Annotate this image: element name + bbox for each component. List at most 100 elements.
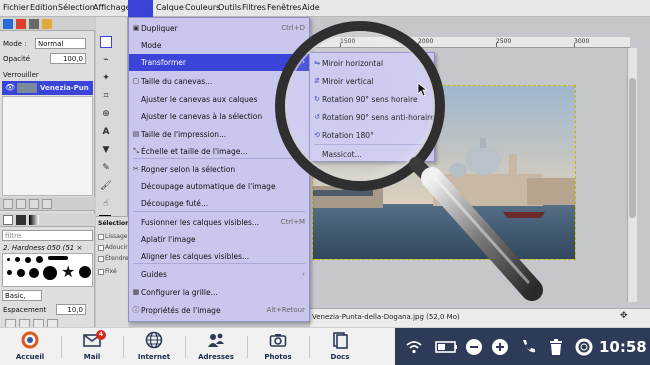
- option-etendre[interactable]: Étendre: [98, 255, 128, 262]
- menu-item-aligner-les-calques-visibles[interactable]: Aligner les calques visibles...: [129, 248, 309, 265]
- taskbar-docs-button[interactable]: Docs: [310, 328, 370, 365]
- pencil-tool-icon[interactable]: ✎: [100, 162, 112, 174]
- menu-item-label: Échelle et taille de l'image...: [141, 147, 248, 156]
- option-fixe[interactable]: Fixé: [98, 268, 117, 275]
- mode-select[interactable]: Normal: [35, 38, 86, 49]
- status-filename: Venezia-Punta-della-Dogana.jpg (52,0 Mo): [312, 313, 460, 321]
- phone-icon[interactable]: [519, 338, 537, 356]
- taskbar-label: Mail: [83, 353, 101, 361]
- menu-fichier[interactable]: Fichier: [3, 3, 29, 12]
- menu-edition[interactable]: Edition: [30, 3, 58, 12]
- taskbar-accueil-button[interactable]: Accueil: [0, 328, 60, 365]
- submenu-item-rotation-90-sens-horaire[interactable]: ↻ Rotation 90° sens horaire: [310, 90, 434, 108]
- menu-item-dupliquer[interactable]: ▣ Dupliquer Ctrl+D: [129, 20, 309, 37]
- trash-icon[interactable]: [547, 338, 565, 356]
- brush-grid[interactable]: ★: [2, 253, 93, 287]
- menu-selection[interactable]: Sélection: [58, 3, 95, 12]
- status-bar: Venezia-Punta-della-Dogana.jpg (52,0 Mo)…: [310, 308, 650, 327]
- taskbar: Accueil 4 Mail Internet Adresses Photos Docs 10…: [0, 327, 650, 365]
- battery-icon[interactable]: [435, 338, 459, 356]
- gradients-tab-icon[interactable]: [29, 215, 39, 225]
- help-lifebuoy-icon[interactable]: [575, 338, 593, 356]
- new-layer-icon[interactable]: [3, 199, 13, 209]
- rect-select-tool-icon[interactable]: [100, 36, 112, 48]
- menu-item-transformer[interactable]: Transformer ›: [129, 54, 309, 71]
- menu-item-echelle-et-taille-de-l-image[interactable]: ⤡ Échelle et taille de l'image...: [129, 143, 309, 160]
- menu-outils[interactable]: Outils: [218, 3, 241, 12]
- submenu-item-miroir-horizontal[interactable]: ⇋ Miroir horizontal: [310, 54, 434, 72]
- option-adoucir[interactable]: Adoucir: [98, 244, 128, 251]
- brush-tool-icon[interactable]: 🖌: [100, 180, 112, 192]
- menu-item-ajuster-le-canevas-aux-calques[interactable]: Ajuster le canevas aux calques: [129, 91, 309, 108]
- lower-layer-icon[interactable]: [29, 199, 39, 209]
- brush-filter-input[interactable]: filtre: [2, 230, 93, 241]
- menu-item-guides[interactable]: Guides ›: [129, 266, 309, 283]
- zoom-in-icon[interactable]: [491, 338, 509, 356]
- submenu-item-rotation-90-sens-anti-horaire[interactable]: ↺ Rotation 90° sens anti-horaire: [310, 108, 435, 126]
- grid-icon: ▦: [132, 288, 140, 296]
- spacing-input[interactable]: 10,0: [56, 304, 86, 315]
- opacity-input[interactable]: 100,0: [50, 53, 86, 64]
- submenu-item-miroir-vertical[interactable]: ⇵ Miroir vertical: [310, 72, 434, 90]
- mail-badge: 4: [96, 330, 106, 340]
- clone-tool-icon[interactable]: ⊕: [100, 108, 112, 120]
- bucket-tool-icon[interactable]: ▼: [100, 144, 112, 156]
- channels-tab-icon[interactable]: [16, 19, 26, 29]
- taskbar-adresses-button[interactable]: Adresses: [186, 328, 246, 365]
- menu-calque[interactable]: Calque: [156, 3, 184, 12]
- submenu-item-massicot[interactable]: Massicot...: [310, 145, 434, 163]
- submenu-item-label: Rotation 90° sens anti-horaire: [322, 113, 435, 122]
- menu-affichage[interactable]: Affichage: [93, 3, 131, 12]
- menu-item-fusionner-les-calques-visibles[interactable]: Fusionner les calques visibles... Ctrl+M: [129, 214, 309, 231]
- crop-tool-icon[interactable]: ⌗: [100, 90, 112, 102]
- menu-item-taille-du-canevas[interactable]: ▢ Taille du canevas...: [129, 73, 309, 90]
- menu-item-decoupage-automatique-de-l-image[interactable]: Découpage automatique de l'image: [129, 178, 309, 195]
- scroll-thumb[interactable]: [629, 78, 636, 218]
- menu-item-configurer-la-grille[interactable]: ▦ Configurer la grille...: [129, 284, 309, 301]
- contacts-icon: [207, 331, 225, 349]
- transform-submenu: ⇋ Miroir horizontal ⇵ Miroir vertical ↻ Rotat…: [309, 52, 435, 162]
- paths-tab-icon[interactable]: [29, 19, 39, 29]
- menu-item-aplatir-l-image[interactable]: Aplatir l'image: [129, 231, 309, 248]
- taskbar-internet-button[interactable]: Internet: [124, 328, 184, 365]
- layer-row[interactable]: 👁 Venezia-Pun: [2, 81, 93, 95]
- ruler-label: 2500: [496, 38, 512, 45]
- submenu-item-rotation-180[interactable]: ⟲ Rotation 180°: [310, 126, 434, 144]
- menu-item-decoupage-fute[interactable]: Découpage futé...: [129, 195, 309, 212]
- duplicate-layer-icon[interactable]: [42, 199, 52, 209]
- raise-layer-icon[interactable]: [16, 199, 26, 209]
- menu-item-taille-de-l-impression[interactable]: ▤ Taille de l'impression...: [129, 126, 309, 143]
- smudge-tool-icon[interactable]: ☝: [100, 198, 112, 210]
- menu-filtres[interactable]: Filtres: [242, 3, 266, 12]
- taskbar-label: Docs: [330, 353, 350, 361]
- option-lissage[interactable]: Lissage: [98, 233, 127, 240]
- vertical-scrollbar[interactable]: [627, 48, 637, 302]
- crop-icon: ✂: [133, 165, 139, 173]
- wifi-icon[interactable]: [405, 338, 423, 356]
- undo-tab-icon[interactable]: [42, 19, 52, 29]
- menu-item-rogner-selon-la-selection[interactable]: ✂ Rogner selon la sélection: [129, 161, 309, 178]
- menu-aide[interactable]: Aide: [302, 3, 320, 12]
- menu-item-ajuster-le-canevas-a-la-selection[interactable]: Ajuster le canevas à la sélection: [129, 108, 309, 125]
- brush-preset-select[interactable]: Basic,: [2, 290, 42, 301]
- layers-list: [2, 96, 93, 196]
- patterns-tab-icon[interactable]: [16, 215, 26, 225]
- rotate-ccw-icon: ↺: [314, 113, 320, 121]
- text-tool-icon[interactable]: A: [100, 126, 112, 138]
- brushes-tab-icon[interactable]: [3, 215, 13, 225]
- zoom-out-icon[interactable]: [465, 338, 483, 356]
- layers-tab-icon[interactable]: [3, 19, 13, 29]
- menu-fenetres[interactable]: Fenêtres: [267, 3, 301, 12]
- navigate-icon[interactable]: ✥: [620, 311, 628, 321]
- lasso-tool-icon[interactable]: ⌁: [100, 54, 112, 66]
- menu-couleurs[interactable]: Couleurs: [185, 3, 220, 12]
- menu-item-label: Découpage futé...: [141, 199, 209, 208]
- documents-icon: [331, 331, 349, 349]
- menu-item-mode[interactable]: Mode ›: [129, 37, 309, 54]
- eye-icon[interactable]: 👁: [5, 83, 15, 92]
- menu-image[interactable]: Image: [128, 0, 153, 17]
- fuzzy-select-tool-icon[interactable]: ✦: [100, 72, 112, 84]
- menu-item-proprietes-de-l-image[interactable]: ⓘ Propriétés de l'image Alt+Retour: [129, 302, 309, 319]
- taskbar-mail-button[interactable]: 4 Mail: [62, 328, 122, 365]
- taskbar-photos-button[interactable]: Photos: [248, 328, 308, 365]
